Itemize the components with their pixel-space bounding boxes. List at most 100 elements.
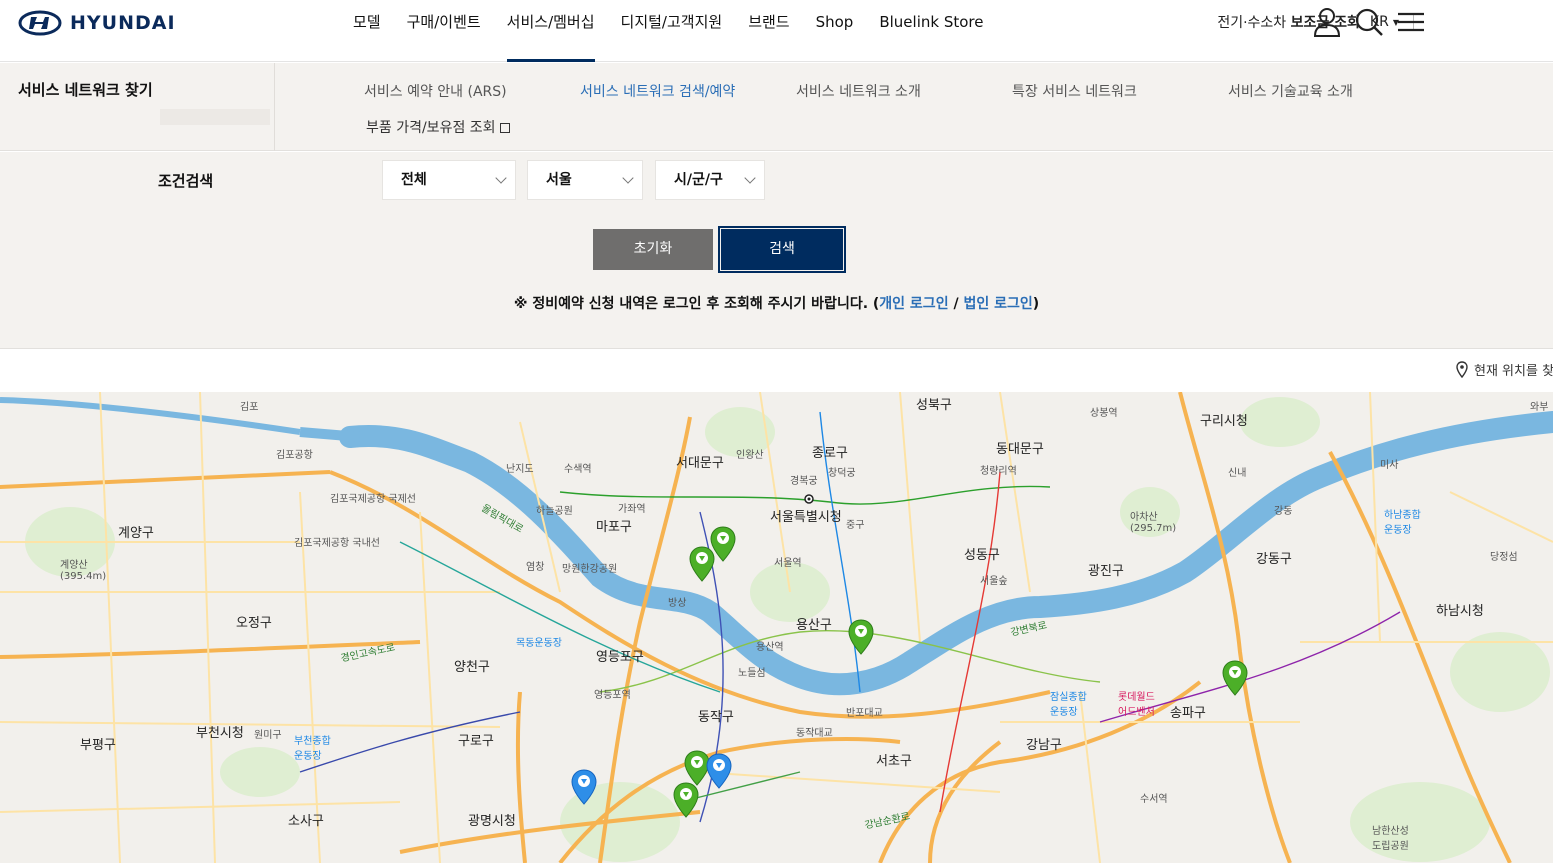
current-location-button[interactable]: 현재 위치를 찾 xyxy=(1456,360,1553,379)
login-notice: ※ 정비예약 신청 내역은 로그인 후 조회해 주시기 바랍니다. (개인 로그… xyxy=(0,293,1553,313)
label-sangbong: 상봉역 xyxy=(1090,408,1118,419)
tab-network-intro[interactable]: 서비스 네트워크 소개 xyxy=(796,81,921,101)
search-panel: 조건검색 전체 서울 시/군/구 초기화 검색 ※ 정비예약 신청 내역은 로그… xyxy=(0,152,1553,349)
label-mapo: 마포구 xyxy=(596,520,632,535)
label-wonmi: 원미구 xyxy=(254,730,282,741)
tab-parts-price[interactable]: 부품 가격/보유점 조회 xyxy=(366,117,510,137)
label-nanji: 난지도 xyxy=(506,464,534,475)
chevron-down-icon xyxy=(622,172,634,184)
menu-item-digital-support[interactable]: 디지털/고객지원 xyxy=(621,0,723,62)
current-location-label: 현재 위치를 찾 xyxy=(1474,364,1553,379)
hamburger-icon[interactable] xyxy=(1396,6,1426,38)
external-link-icon xyxy=(499,123,510,133)
label-haneul-park: 하늘공원 xyxy=(536,506,573,517)
label-yongsan: 용산구 xyxy=(796,618,832,633)
brand-name: HYUNDAI xyxy=(70,12,176,34)
label-gangnam: 강남구 xyxy=(1026,738,1062,753)
label-sinnae: 신내 xyxy=(1228,468,1247,479)
reset-button[interactable]: 초기화 xyxy=(593,229,713,270)
label-seongdong: 성동구 xyxy=(964,548,1000,563)
condition-search-label: 조건검색 xyxy=(158,172,214,190)
label-guri-city-hall: 구리시청 xyxy=(1200,414,1248,429)
pin-dongjak-2[interactable] xyxy=(706,753,732,789)
label-gimpo: 김포 xyxy=(240,402,259,413)
label-changdeokgung: 창덕궁 xyxy=(828,468,856,479)
tab-tech-education[interactable]: 서비스 기술교육 소개 xyxy=(1228,81,1353,101)
city-hall-marker-icon xyxy=(804,494,814,504)
pin-songpa[interactable] xyxy=(1222,660,1248,696)
search-icon[interactable] xyxy=(1354,6,1384,38)
pin-dongjak-3[interactable] xyxy=(673,782,699,818)
label-wabu: 와부 xyxy=(1530,402,1549,413)
label-sosa: 소사구 xyxy=(288,814,324,829)
label-bangsan: 방상 xyxy=(668,598,687,609)
label-seocho: 서초구 xyxy=(876,754,912,769)
major-roads xyxy=(0,392,1512,863)
tab-special-network[interactable]: 특장 서비스 네트워크 xyxy=(1012,81,1137,101)
label-gwangmyeong-city-hall: 광명시청 xyxy=(468,814,516,829)
label-jung: 중구 xyxy=(846,520,865,531)
label-yeongdeungpo: 영등포구 xyxy=(596,650,644,665)
menu-item-service-membership[interactable]: 서비스/멤버십 xyxy=(506,0,595,62)
label-seongbuk: 성북구 xyxy=(916,398,952,413)
label-seoul-station: 서울역 xyxy=(774,558,802,569)
label-dangjeong: 당정섬 xyxy=(1490,552,1518,563)
subnav-divider xyxy=(274,63,275,151)
label-guro: 구로구 xyxy=(458,734,494,749)
notice-slash: / xyxy=(948,296,964,312)
chevron-down-icon xyxy=(744,172,756,184)
label-yeomchang: 염창 xyxy=(526,562,545,573)
label-gangdong: 강동구 xyxy=(1256,552,1292,567)
global-header: HYUNDAI 모델 구매/이벤트 서비스/멤버십 디지털/고객지원 브랜드 S… xyxy=(0,0,1553,62)
subnav-title: 서비스 네트워크 찾기 xyxy=(18,81,153,99)
region-select[interactable]: 서울 xyxy=(527,160,643,200)
label-banpo-bridge: 반포대교 xyxy=(846,708,883,719)
menu-item-model[interactable]: 모델 xyxy=(353,0,381,62)
hyundai-logo[interactable]: HYUNDAI xyxy=(18,10,176,36)
label-hanam-stadium: 하남종합 운동장 xyxy=(1384,510,1421,536)
pin-yongsan[interactable] xyxy=(848,619,874,655)
personal-login-link[interactable]: 개인 로그인 xyxy=(879,296,948,312)
label-gyeyangsan: 계양산 (395.4m) xyxy=(60,560,107,582)
tab-parts-price-label: 부품 가격/보유점 조회 xyxy=(366,120,496,136)
label-cheongnyangni: 청량리역 xyxy=(980,466,1017,477)
label-yongsan-station: 용산역 xyxy=(756,642,784,653)
user-icon[interactable] xyxy=(1312,6,1342,38)
label-yangcheon: 양천구 xyxy=(454,660,490,675)
label-gyeyang: 계양구 xyxy=(118,526,154,541)
district-select[interactable]: 시/군/구 xyxy=(655,160,765,200)
menu-item-purchase-event[interactable]: 구매/이벤트 xyxy=(407,0,481,62)
map-base xyxy=(0,392,1553,863)
hyundai-emblem-icon xyxy=(18,10,62,36)
label-jamsil-stadium: 잠실종합 운동장 xyxy=(1050,692,1087,718)
search-button[interactable]: 검색 xyxy=(718,226,846,273)
label-dongdaemun: 동대문구 xyxy=(996,442,1044,457)
label-ojeong: 오정구 xyxy=(236,616,272,631)
service-subnav: 서비스 네트워크 찾기 서비스 예약 안내 (ARS) 서비스 네트워크 검색/… xyxy=(0,63,1553,151)
header-icons xyxy=(1312,6,1426,38)
chevron-down-icon xyxy=(495,172,507,184)
label-hanam-city-hall: 하남시청 xyxy=(1436,604,1484,619)
label-gangdong-ic: 강동 xyxy=(1274,506,1293,517)
tab-network-search-reservation[interactable]: 서비스 네트워크 검색/예약 xyxy=(580,81,735,101)
location-bar: 현재 위치를 찾 xyxy=(0,350,1553,392)
label-mokdong-stadium: 목동운동장 xyxy=(516,638,562,649)
label-nodeulseom: 노들섬 xyxy=(738,668,766,679)
label-inwangsan: 인왕산 xyxy=(736,450,764,461)
type-select[interactable]: 전체 xyxy=(382,160,516,200)
type-select-value: 전체 xyxy=(401,172,427,188)
pin-mapo-2[interactable] xyxy=(689,546,715,582)
label-seoul-city-hall: 서울특별시청 xyxy=(770,510,842,525)
menu-item-brand[interactable]: 브랜드 xyxy=(748,0,789,62)
corporate-login-link[interactable]: 법인 로그인 xyxy=(963,296,1032,312)
tab-service-reservation-ars[interactable]: 서비스 예약 안내 (ARS) xyxy=(364,81,507,101)
pin-guro[interactable] xyxy=(571,769,597,805)
menu-item-bluelink-store[interactable]: Bluelink Store xyxy=(879,0,983,62)
ev-subsidy-prefix: 전기·수소차 xyxy=(1217,15,1287,31)
notice-text: ※ 정비예약 신청 내역은 로그인 후 조회해 주시기 바랍니다. ( xyxy=(513,296,880,312)
label-lotte-world: 롯데월드 어드벤처 xyxy=(1118,692,1155,718)
menu-item-shop[interactable]: Shop xyxy=(816,0,854,62)
service-network-map[interactable]: 서울특별시청 성북구 종로구 동대문구 서대문구 마포구 용산구 성동구 광진구… xyxy=(0,392,1553,863)
label-seodaemun: 서대문구 xyxy=(676,456,724,471)
label-seoul-forest: 서울숲 xyxy=(980,576,1008,587)
